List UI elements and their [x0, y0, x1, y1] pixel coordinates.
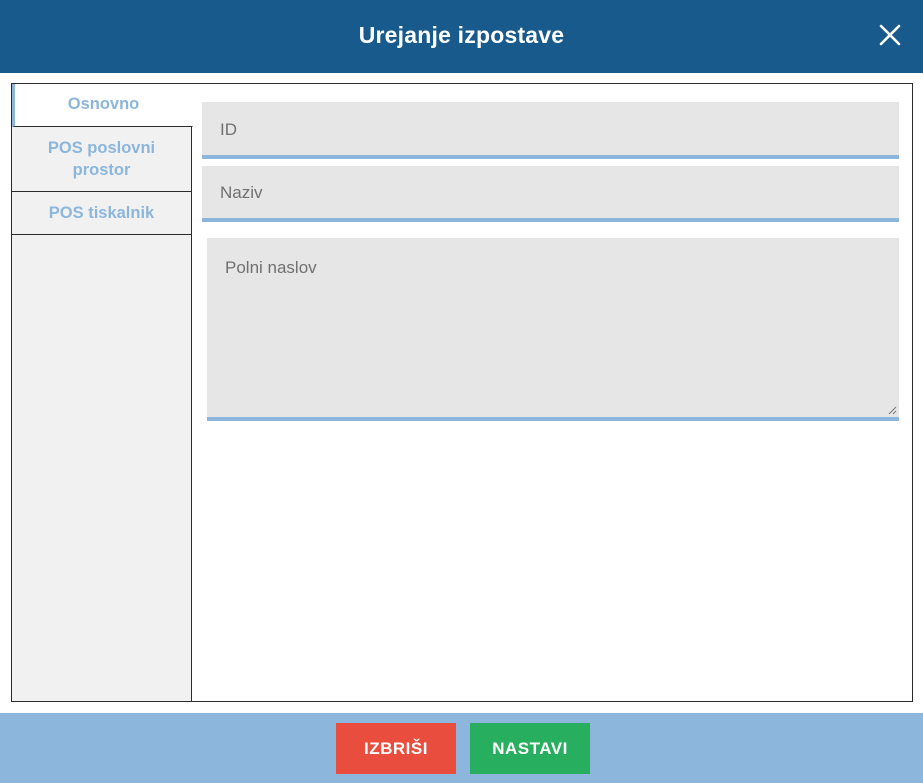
close-button[interactable] [875, 20, 905, 50]
id-field[interactable] [202, 102, 899, 155]
resize-grip-icon[interactable] [887, 405, 897, 415]
tab-osnovno[interactable]: Osnovno [12, 84, 193, 127]
tab-label: Osnovno [67, 95, 140, 113]
tab-pos-tiskalnik[interactable]: POS tiskalnik [12, 192, 191, 235]
edit-branch-dialog: Urejanje izpostave Osnovno POS poslovni … [0, 0, 923, 783]
delete-button[interactable]: IZBRIŠI [336, 723, 456, 774]
full-address-textarea[interactable] [207, 238, 899, 417]
tab-sidebar: Osnovno POS poslovni prostor POS tiskaln… [12, 84, 193, 701]
dialog-titlebar: Urejanje izpostave [0, 0, 923, 73]
naziv-field[interactable] [202, 166, 899, 218]
dialog-footer: IZBRIŠI NASTAVI [0, 713, 923, 783]
naziv-field-wrapper [202, 166, 899, 222]
close-icon [879, 24, 901, 46]
tab-label: POS poslovni prostor [47, 139, 156, 179]
dialog-title: Urejanje izpostave [358, 22, 565, 48]
continue-button[interactable]: NASTAVI [470, 723, 590, 774]
tab-pos-poslovni-prostor[interactable]: POS poslovni prostor [12, 127, 191, 192]
tab-label: POS tiskalnik [48, 204, 155, 222]
dialog-content: Osnovno POS poslovni prostor POS tiskaln… [11, 83, 913, 702]
id-field-wrapper [202, 102, 899, 159]
naslov-field-wrapper [207, 238, 899, 421]
